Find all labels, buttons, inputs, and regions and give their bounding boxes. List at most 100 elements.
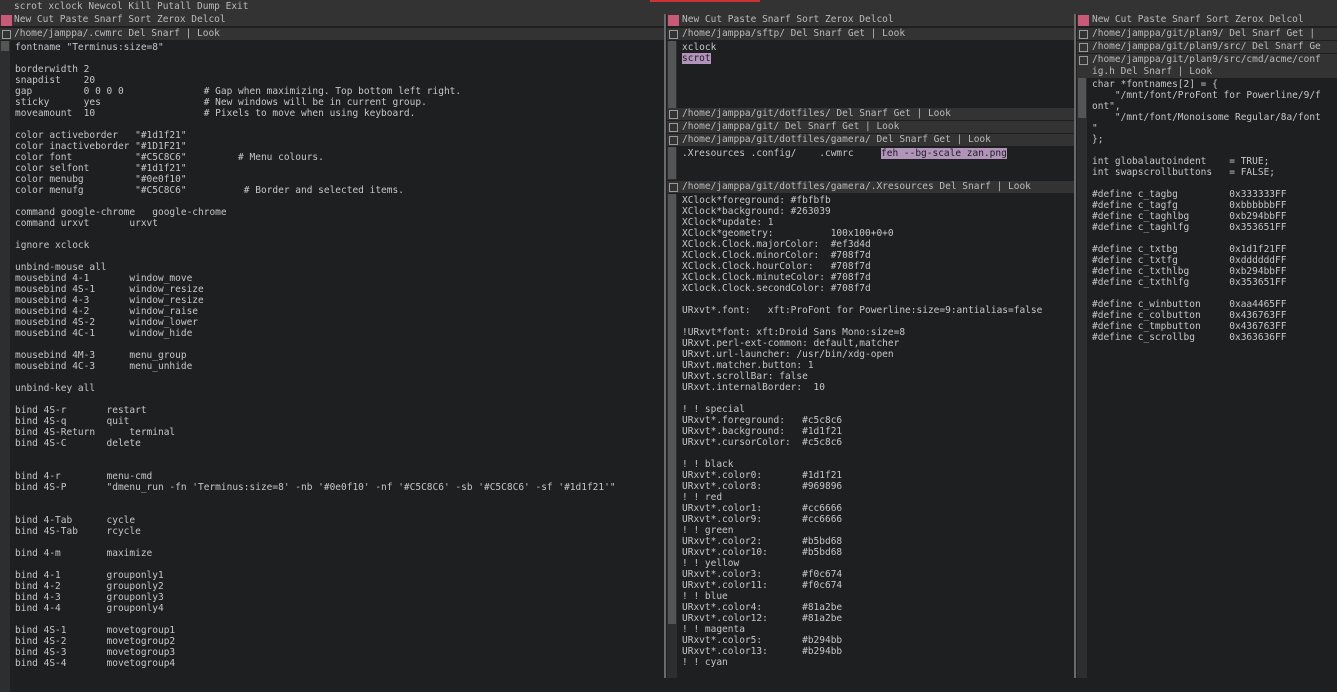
xresources-tag-text[interactable]: /home/jamppa/git/dotfiles/gamera/.Xresou… bbox=[682, 181, 1031, 193]
acme-top-tag[interactable]: scrot xclock Newcol Kill Putall Dump Exi… bbox=[0, 0, 1337, 14]
cwmrc-line: snapdist 20 bbox=[15, 75, 96, 86]
gamera-selected-command[interactable]: feh --bg-scale zan.png bbox=[881, 148, 1007, 159]
cwmrc-tag-text[interactable]: /home/jamppa/.cwmrc Del Snarf | Look bbox=[14, 28, 220, 40]
config-h-tag-line1[interactable]: /home/jamppa/git/plan9/src/cmd/acme/conf bbox=[1092, 54, 1321, 66]
xresources-line: URxvt*.color13: #b294bb bbox=[682, 646, 843, 657]
cwmrc-line: color font "#C5C8C6" # Menu colours. bbox=[15, 152, 324, 163]
xresources-line bbox=[682, 316, 1072, 327]
git-tag-text[interactable]: /home/jamppa/git/ Del Snarf Get | Look bbox=[682, 121, 899, 133]
xresources-line: URxvt*.font: xft:ProFont for Powerline:s… bbox=[682, 305, 1043, 316]
xresources-line: XClock*geometry: 100x100+0+0 bbox=[682, 228, 894, 239]
gamera-tag-text[interactable]: /home/jamppa/git/dotfiles/gamera/ Del Sn… bbox=[682, 134, 991, 146]
column-3-handle[interactable] bbox=[1078, 15, 1089, 26]
column-2: New Cut Paste Snarf Sort Zerox Delcol /h… bbox=[667, 14, 1074, 678]
cwmrc-line: color menufg "#C5C8C6" # Border and sele… bbox=[15, 185, 404, 196]
cwmrc-line: bind 4S-r restart bbox=[15, 405, 147, 416]
cwmrc-line: gap 0 0 0 0 # Gap when maximizing. Top b… bbox=[15, 86, 462, 97]
plan9-tag-text[interactable]: /home/jamppa/git/plan9/ Del Snarf Get | bbox=[1092, 28, 1315, 40]
xresources-line: URxvt*.color12: #81a2be bbox=[682, 613, 843, 624]
config-h-scrollbar[interactable] bbox=[1077, 78, 1087, 678]
column-1-tag-text[interactable]: New Cut Paste Snarf Sort Zerox Delcol bbox=[14, 14, 226, 26]
xresources-line: URxvt*.color3: #f0c674 bbox=[682, 569, 843, 580]
dotfiles-window-handle[interactable] bbox=[669, 110, 678, 119]
column-1-handle[interactable] bbox=[1, 15, 12, 26]
sftp-tag-text[interactable]: /home/jamppa/sftp/ Del Snarf Get | Look bbox=[682, 28, 905, 40]
cwmrc-line bbox=[15, 614, 663, 625]
config-h-window-tag[interactable]: /home/jamppa/git/plan9/src/cmd/acme/conf… bbox=[1077, 54, 1337, 78]
column-2-tag[interactable]: New Cut Paste Snarf Sort Zerox Delcol bbox=[667, 14, 1074, 26]
xresources-line: URxvt.perl-ext-common: default,matcher bbox=[682, 338, 900, 349]
column-3-tag-text[interactable]: New Cut Paste Snarf Sort Zerox Delcol bbox=[1092, 14, 1304, 26]
sftp-scrollbar[interactable] bbox=[667, 41, 677, 118]
xresources-scroll-thumb[interactable] bbox=[668, 194, 676, 624]
xresources-body[interactable]: XClock*foreground: #fbfbfb XClock*backgro… bbox=[682, 195, 1072, 668]
cwmrc-window-tag[interactable]: /home/jamppa/.cwmrc Del Snarf | Look bbox=[0, 28, 664, 40]
sftp-scroll-thumb[interactable] bbox=[668, 41, 676, 117]
top-tag-commands[interactable]: scrot xclock Newcol Kill Putall Dump Exi… bbox=[14, 1, 249, 12]
gamera-file-list[interactable]: .Xresources .config/ .cwmrc bbox=[682, 148, 854, 159]
config-h-body[interactable]: char *fontnames[2] = { "/mnt/font/ProFon… bbox=[1092, 79, 1336, 343]
xresources-line: XClock.Clock.majorColor: #ef3d4d bbox=[682, 239, 871, 250]
sftp-window-handle[interactable] bbox=[669, 30, 678, 39]
xresources-line: ! ! cyan bbox=[682, 657, 728, 668]
xresources-window-tag[interactable]: /home/jamppa/git/dotfiles/gamera/.Xresou… bbox=[667, 181, 1074, 193]
column-1-tag[interactable]: New Cut Paste Snarf Sort Zerox Delcol bbox=[0, 14, 664, 26]
xresources-line: XClock.Clock.minorColor: #708f7d bbox=[682, 250, 871, 261]
config-h-tag-line2[interactable]: ig.h Del Snarf | Look bbox=[1092, 66, 1212, 78]
sftp-file-scrot[interactable]: scrot bbox=[682, 53, 711, 64]
xresources-line: XClock*background: #263039 bbox=[682, 206, 831, 217]
column-3-tag[interactable]: New Cut Paste Snarf Sort Zerox Delcol bbox=[1077, 14, 1337, 26]
config-h-line: #define c_txthlbg 0xb294bbFF bbox=[1092, 266, 1287, 277]
xresources-line: ! ! special bbox=[682, 404, 745, 415]
cwmrc-line: bind 4-r menu-cmd bbox=[15, 471, 153, 482]
xresources-line bbox=[682, 393, 1072, 404]
column-2-tag-text[interactable]: New Cut Paste Snarf Sort Zerox Delcol bbox=[682, 14, 894, 26]
plan9-src-window-handle[interactable] bbox=[1079, 43, 1088, 52]
cwmrc-body[interactable]: fontname "Terminus:size=8" borderwidth 2s… bbox=[15, 42, 663, 669]
xresources-line: URxvt.scrollBar: false bbox=[682, 371, 808, 382]
config-h-window-handle[interactable] bbox=[1079, 56, 1088, 65]
column-divider-2[interactable] bbox=[1074, 14, 1076, 678]
plan9-window-handle[interactable] bbox=[1079, 30, 1088, 39]
gamera-scroll-thumb[interactable] bbox=[668, 147, 676, 179]
cwmrc-line: bind 4S-4 movetogroup4 bbox=[15, 658, 176, 669]
cwmrc-line bbox=[15, 339, 663, 350]
cwmrc-line: mousebind 4S-1 window_resize bbox=[15, 284, 204, 295]
gamera-window-handle[interactable] bbox=[669, 136, 678, 145]
plan9-src-tag-text[interactable]: /home/jamppa/git/plan9/src/ Del Snarf Ge bbox=[1092, 41, 1321, 53]
plan9-src-window-tag[interactable]: /home/jamppa/git/plan9/src/ Del Snarf Ge bbox=[1077, 41, 1337, 53]
cwmrc-line: bind 4S-2 movetogroup2 bbox=[15, 636, 176, 647]
gamera-scrollbar[interactable] bbox=[667, 147, 677, 180]
xresources-line: URxvt.internalBorder: 10 bbox=[682, 382, 825, 393]
cwmrc-window-handle[interactable] bbox=[2, 30, 11, 39]
cwmrc-scrollbar[interactable] bbox=[0, 41, 10, 692]
gamera-window-tag[interactable]: /home/jamppa/git/dotfiles/gamera/ Del Sn… bbox=[667, 134, 1074, 146]
xresources-line bbox=[682, 294, 1072, 305]
config-h-line: #define c_taghlbg 0xb294bbFF bbox=[1092, 211, 1287, 222]
cwmrc-line: bind 4-3 grouponly3 bbox=[15, 592, 164, 603]
dotfiles-window-tag[interactable]: /home/jamppa/git/dotfiles/ Del Snarf Get… bbox=[667, 108, 1074, 120]
config-h-line bbox=[1092, 288, 1336, 299]
config-h-line: #define c_taghlfg 0x353651FF bbox=[1092, 222, 1287, 233]
git-window-tag[interactable]: /home/jamppa/git/ Del Snarf Get | Look bbox=[667, 121, 1074, 133]
xresources-line: !URxvt*font: xft:Droid Sans Mono:size=8 bbox=[682, 327, 906, 338]
xresources-window-handle[interactable] bbox=[669, 183, 678, 192]
column-divider-1[interactable] bbox=[664, 14, 666, 678]
column-2-handle[interactable] bbox=[668, 15, 679, 26]
config-h-scroll-thumb[interactable] bbox=[1078, 78, 1086, 118]
config-h-line: #define c_scrollbg 0x363636FF bbox=[1092, 332, 1287, 343]
xresources-line: URxvt*.background: #1d1f21 bbox=[682, 426, 843, 437]
config-h-line bbox=[1092, 145, 1336, 156]
xresources-line: URxvt*.color11: #f0c674 bbox=[682, 580, 843, 591]
cwmrc-line bbox=[15, 119, 663, 130]
cwmrc-scroll-thumb[interactable] bbox=[1, 41, 9, 51]
xresources-scrollbar[interactable] bbox=[667, 194, 677, 678]
sftp-window-tag[interactable]: /home/jamppa/sftp/ Del Snarf Get | Look bbox=[667, 28, 1074, 40]
cwmrc-line: moveamount 10 # Pixels to move when usin… bbox=[15, 108, 416, 119]
git-window-handle[interactable] bbox=[669, 123, 678, 132]
plan9-window-tag[interactable]: /home/jamppa/git/plan9/ Del Snarf Get | bbox=[1077, 28, 1337, 40]
cwmrc-line: sticky yes # New windows will be in curr… bbox=[15, 97, 427, 108]
dotfiles-tag-text[interactable]: /home/jamppa/git/dotfiles/ Del Snarf Get… bbox=[682, 108, 951, 120]
config-h-line: #define c_txtbg 0x1d1f21FF bbox=[1092, 244, 1287, 255]
sftp-file-xclock[interactable]: xclock bbox=[682, 42, 716, 53]
